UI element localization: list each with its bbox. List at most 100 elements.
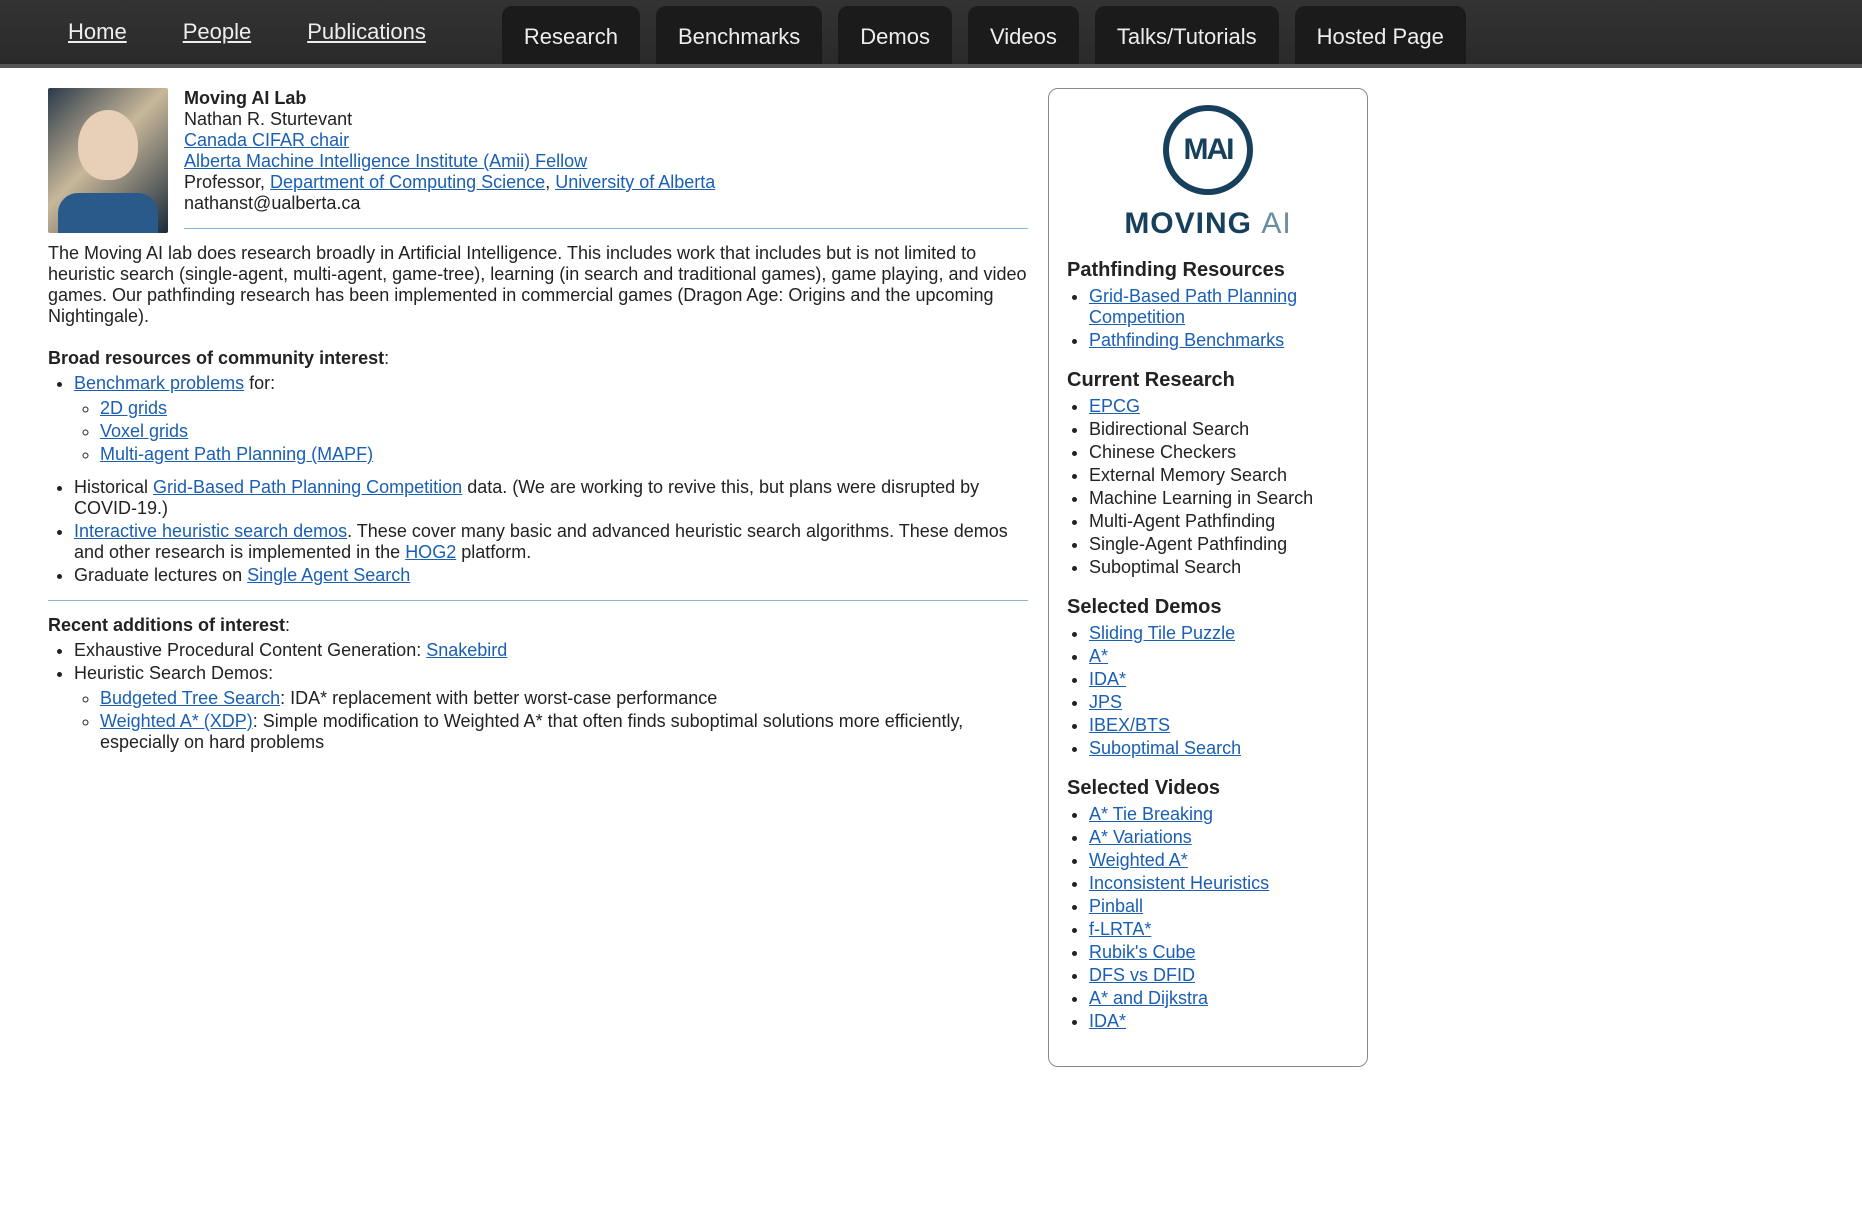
sidebar-item: Machine Learning in Search [1089, 488, 1349, 509]
sidebar-link[interactable]: IDA* [1089, 1011, 1126, 1031]
sidebar-link[interactable]: EPCG [1089, 396, 1140, 416]
sidebar-link[interactable]: A* [1089, 646, 1108, 666]
sidebar-text: Bidirectional Search [1089, 419, 1249, 439]
logo: MAI MOVING AI [1067, 105, 1349, 241]
sidebar-item: Sliding Tile Puzzle [1089, 623, 1349, 644]
sidebar-link[interactable]: A* Variations [1089, 827, 1192, 847]
list-item: Benchmark problems for: 2D grids Voxel g… [74, 373, 1028, 465]
univ-link[interactable]: University of Alberta [555, 172, 715, 192]
sidebar-item: Weighted A* [1089, 850, 1349, 871]
voxel-link[interactable]: Voxel grids [100, 421, 188, 441]
sidebar-link[interactable]: IDA* [1089, 669, 1126, 689]
sidebar-text: Machine Learning in Search [1089, 488, 1313, 508]
intro-paragraph: The Moving AI lab does research broadly … [48, 243, 1028, 327]
top-nav: Home People Publications Research Benchm… [0, 0, 1862, 68]
sidebar-link[interactable]: Inconsistent Heuristics [1089, 873, 1269, 893]
sidebar-heading-demos: Selected Demos [1067, 596, 1349, 619]
xdp-link[interactable]: Weighted A* (XDP) [100, 711, 253, 731]
headshot-image [48, 88, 168, 233]
divider [48, 600, 1028, 601]
tab-demos[interactable]: Demos [838, 6, 952, 68]
sidebar-item: Single-Agent Pathfinding [1089, 534, 1349, 555]
sidebar-item: f-LRTA* [1089, 919, 1349, 940]
sidebar-text: External Memory Search [1089, 465, 1287, 485]
person-name: Nathan R. Sturtevant [184, 109, 352, 129]
nav-home[interactable]: Home [40, 0, 155, 64]
grids2d-link[interactable]: 2D grids [100, 398, 167, 418]
snakebird-link[interactable]: Snakebird [426, 640, 507, 660]
professor-prefix: Professor, [184, 172, 270, 192]
sidebar-item: Rubik's Cube [1089, 942, 1349, 963]
sidebar-item: A* [1089, 646, 1349, 667]
recent-heading: Recent additions of interest [48, 615, 285, 635]
sidebar-link[interactable]: Rubik's Cube [1089, 942, 1196, 962]
sidebar-text: Chinese Checkers [1089, 442, 1236, 462]
sidebar-link[interactable]: Weighted A* [1089, 850, 1188, 870]
sidebar-item: A* Tie Breaking [1089, 804, 1349, 825]
gppc-link[interactable]: Grid-Based Path Planning Competition [153, 477, 462, 497]
sas-link[interactable]: Single Agent Search [247, 565, 410, 585]
demos-link[interactable]: Interactive heuristic search demos [74, 521, 347, 541]
list-item: 2D grids [100, 398, 1028, 419]
lab-name: Moving AI Lab [184, 88, 306, 108]
sidebar-item: EPCG [1089, 396, 1349, 417]
sidebar-link[interactable]: IBEX/BTS [1089, 715, 1170, 735]
benchmark-link[interactable]: Benchmark problems [74, 373, 244, 393]
sidebar-link[interactable]: A* and Dijkstra [1089, 988, 1208, 1008]
bts-link[interactable]: Budgeted Tree Search [100, 688, 280, 708]
sidebar-link[interactable]: A* Tie Breaking [1089, 804, 1213, 824]
tab-research[interactable]: Research [502, 6, 640, 68]
sidebar-link[interactable]: Pinball [1089, 896, 1143, 916]
tab-benchmarks[interactable]: Benchmarks [656, 6, 822, 68]
sidebar-link[interactable]: DFS vs DFID [1089, 965, 1195, 985]
tab-hosted[interactable]: Hosted Page [1295, 6, 1466, 68]
sidebar: MAI MOVING AI Pathfinding Resources Grid… [1048, 88, 1368, 1067]
tab-videos[interactable]: Videos [968, 6, 1079, 68]
sidebar-text: Multi-Agent Pathfinding [1089, 511, 1275, 531]
dept-link[interactable]: Department of Computing Science [270, 172, 545, 192]
sidebar-item: A* and Dijkstra [1089, 988, 1349, 1009]
hog2-link[interactable]: HOG2 [405, 542, 456, 562]
sidebar-list-current: EPCG Bidirectional Search Chinese Checkers… [1067, 396, 1349, 578]
logo-text: MOVING AI [1067, 207, 1349, 241]
sidebar-list-pathfinding: Grid-Based Path Planning Competition Path… [1067, 286, 1349, 351]
sidebar-item: Multi-Agent Pathfinding [1089, 511, 1349, 532]
sidebar-item: Inconsistent Heuristics [1089, 873, 1349, 894]
sidebar-heading-pathfinding: Pathfinding Resources [1067, 259, 1349, 282]
divider [184, 228, 1028, 229]
intro-block: Moving AI Lab Nathan R. Sturtevant Canad… [48, 88, 1028, 327]
sidebar-item: JPS [1089, 692, 1349, 713]
sidebar-item: Suboptimal Search [1089, 738, 1349, 759]
sidebar-item: Grid-Based Path Planning Competition [1089, 286, 1349, 328]
sidebar-item: Bidirectional Search [1089, 419, 1349, 440]
list-item: Multi-agent Path Planning (MAPF) [100, 444, 1028, 465]
email: nathanst@ualberta.ca [184, 193, 360, 213]
main-content: Moving AI Lab Nathan R. Sturtevant Canad… [48, 88, 1028, 765]
sidebar-link[interactable]: Sliding Tile Puzzle [1089, 623, 1235, 643]
list-item: Budgeted Tree Search: IDA* replacement w… [100, 688, 1028, 709]
broad-heading: Broad resources of community interest [48, 348, 384, 368]
sidebar-item: Chinese Checkers [1089, 442, 1349, 463]
sidebar-item: External Memory Search [1089, 465, 1349, 486]
list-item: Weighted A* (XDP): Simple modification t… [100, 711, 1028, 753]
sidebar-item: Pathfinding Benchmarks [1089, 330, 1349, 351]
sidebar-link[interactable]: f-LRTA* [1089, 919, 1151, 939]
sidebar-item: DFS vs DFID [1089, 965, 1349, 986]
list-item: Graduate lectures on Single Agent Search [74, 565, 1028, 586]
sidebar-link[interactable]: Suboptimal Search [1089, 738, 1241, 758]
list-item: Exhaustive Procedural Content Generation… [74, 640, 1028, 661]
sidebar-item: A* Variations [1089, 827, 1349, 848]
nav-people[interactable]: People [155, 0, 280, 64]
mapf-link[interactable]: Multi-agent Path Planning (MAPF) [100, 444, 373, 464]
cifar-link[interactable]: Canada CIFAR chair [184, 130, 349, 150]
sidebar-item: IBEX/BTS [1089, 715, 1349, 736]
amii-link[interactable]: Alberta Machine Intelligence Institute (… [184, 151, 587, 171]
sidebar-item: IDA* [1089, 669, 1349, 690]
sidebar-link[interactable]: Grid-Based Path Planning Competition [1089, 286, 1297, 327]
nav-publications[interactable]: Publications [279, 0, 454, 64]
sidebar-list-demos: Sliding Tile Puzzle A* IDA* JPS IBEX/BTS Subo… [1067, 623, 1349, 759]
sidebar-text: Suboptimal Search [1089, 557, 1241, 577]
tab-talks[interactable]: Talks/Tutorials [1095, 6, 1279, 68]
sidebar-link[interactable]: Pathfinding Benchmarks [1089, 330, 1284, 350]
sidebar-link[interactable]: JPS [1089, 692, 1122, 712]
